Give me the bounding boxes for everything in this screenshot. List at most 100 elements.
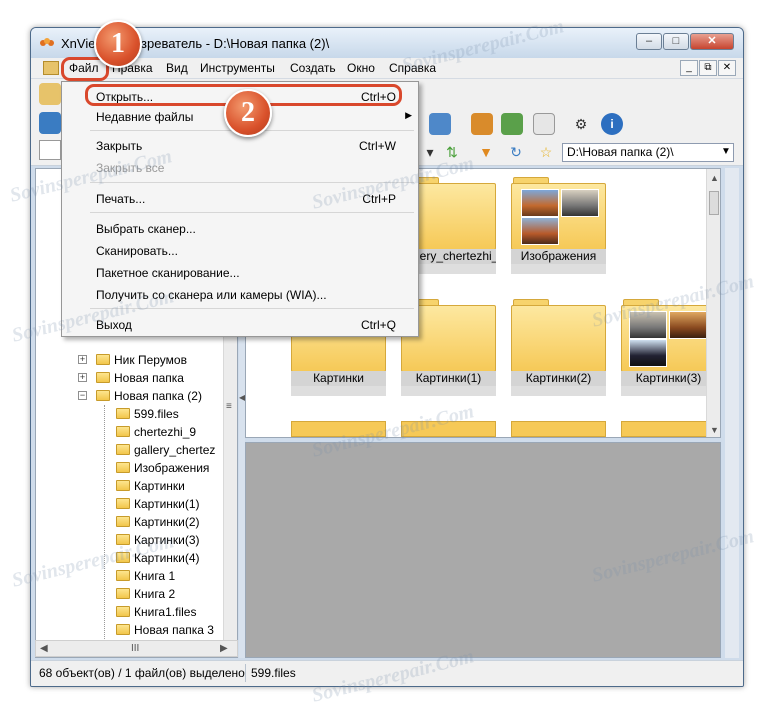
sort-arrow-icon[interactable]: ▾ — [423, 141, 437, 163]
thumbnail-label-extra — [511, 264, 606, 274]
tree-item-label: Книга1.files — [134, 605, 197, 619]
scroll-thumb[interactable] — [709, 191, 719, 215]
folder-icon — [116, 570, 130, 581]
thumbnail-label-extra — [621, 386, 716, 396]
address-combo[interactable]: D:\Новая папка (2)\ — [562, 143, 734, 162]
tree-item-label: Книга 2 — [134, 587, 176, 601]
tree-item[interactable]: Книга1.files — [36, 603, 222, 621]
tree-item[interactable]: + Новая папка — [36, 369, 222, 387]
scroll-right-arrow-icon[interactable]: ▶ — [220, 643, 228, 654]
tree-item-label: Новая папка (2) — [114, 389, 202, 403]
tree-item[interactable]: Картинки — [36, 477, 222, 495]
page-icon[interactable] — [533, 113, 555, 135]
tree-item-label: Изображения — [134, 461, 210, 475]
tree-item[interactable]: Книга 2 — [36, 585, 222, 603]
tree-item[interactable]: gallery_chertez — [36, 441, 222, 459]
folder-thumbnail-partial[interactable] — [511, 421, 606, 437]
folder-icon — [116, 498, 130, 509]
camera-icon[interactable] — [429, 113, 451, 135]
mdi-close-button[interactable]: ✕ — [718, 60, 736, 76]
tree-item[interactable]: + Ник Перумов — [36, 351, 222, 369]
tree-item[interactable]: Картинки(1) — [36, 495, 222, 513]
thumbnail-label-extra — [401, 386, 496, 396]
maximize-button[interactable]: □ — [663, 33, 689, 50]
folder-thumbnail-partial[interactable] — [621, 421, 716, 437]
menu-bar: Файл Правка Вид Инструменты Создать Окно… — [31, 58, 743, 79]
photo-preview — [561, 189, 599, 217]
folders-icon[interactable] — [39, 83, 61, 105]
menu-window[interactable]: Окно — [347, 61, 375, 75]
photo-preview — [669, 311, 707, 339]
menu-item-shortcut: Ctrl+Q — [360, 318, 396, 332]
settings-gear-icon[interactable]: ⚙ — [570, 113, 592, 135]
menu-item-shortcut: Ctrl+W — [359, 139, 396, 153]
mdi-minimize-button[interactable]: _ — [680, 60, 698, 76]
status-divider — [245, 664, 246, 682]
address-dropdown-arrow-icon[interactable]: ▼ — [721, 146, 731, 157]
scroll-left-arrow-icon[interactable]: ◀ — [40, 643, 48, 654]
tree-item[interactable]: chertezhi_9 — [36, 423, 222, 441]
thumbnail-label: Изображения — [511, 249, 606, 264]
thumbnail-label: Картинки(1) — [401, 371, 496, 386]
tree-item[interactable]: − Новая папка (2) — [36, 387, 222, 405]
tree-item[interactable]: 599.files — [36, 405, 222, 423]
thumbnail-label: Картинки(2) — [511, 371, 606, 386]
child-window-icon[interactable] — [43, 61, 59, 75]
menu-tools[interactable]: Инструменты — [200, 61, 275, 75]
menu-item-label: Сканировать... — [96, 244, 178, 258]
scroll-down-arrow-icon[interactable]: ▼ — [710, 425, 719, 435]
thumbnail-label-extra — [511, 386, 606, 396]
minimize-button[interactable]: – — [636, 33, 662, 50]
expand-plus-icon[interactable]: + — [78, 373, 87, 382]
xnview-app-icon — [40, 38, 54, 46]
expand-plus-icon[interactable]: + — [78, 355, 87, 364]
tree-item[interactable]: Новая папка 3 — [36, 621, 222, 639]
folder-icon — [116, 462, 130, 473]
scroll-grip-icon: ≡ — [226, 401, 232, 412]
menu-item-label: Печать... — [96, 192, 146, 206]
photo-preview — [629, 339, 667, 367]
address-text: D:\Новая папка (2)\ — [567, 145, 674, 159]
folder-icon — [116, 588, 130, 599]
menu-item-close[interactable]: Закрыть Ctrl+W — [66, 135, 414, 157]
menu-item-label: Выбрать сканер... — [96, 222, 196, 236]
collapse-minus-icon[interactable]: − — [78, 391, 87, 400]
hscroll-grip: III — [131, 643, 140, 654]
filter-icon[interactable]: ▼ — [475, 141, 497, 163]
menu-create[interactable]: Создать — [290, 61, 336, 75]
tree-item[interactable]: Картинки(2) — [36, 513, 222, 531]
folder-icon — [116, 408, 130, 419]
step-2-badge: 2 — [224, 89, 272, 137]
menu-item-label: Пакетное сканирование... — [96, 266, 240, 280]
folder-icon — [96, 372, 110, 383]
folder-thumbnail[interactable] — [511, 177, 606, 250]
tree-item[interactable]: Изображения — [36, 459, 222, 477]
folder-icon — [116, 426, 130, 437]
thumbnail-label: Картинки — [291, 371, 386, 386]
folder-icon — [116, 516, 130, 527]
info-icon[interactable]: i — [601, 113, 623, 135]
slideshow-icon[interactable] — [471, 113, 493, 135]
close-button[interactable]: ✕ — [690, 33, 734, 50]
menu-separator — [90, 212, 414, 213]
folder-icon — [116, 606, 130, 617]
menu-item-label: Недавние файлы — [96, 110, 194, 124]
path-combo-left[interactable] — [39, 140, 61, 160]
tree-item-label: Новая папка 3 — [134, 623, 214, 637]
menu-view[interactable]: Вид — [166, 61, 188, 75]
right-panel-strip — [725, 168, 739, 658]
scroll-up-arrow-icon[interactable]: ▲ — [710, 173, 719, 183]
tree-item-label: chertezhi_9 — [134, 425, 197, 439]
tree-horizontal-scrollbar[interactable]: ◀ III ▶ — [35, 640, 238, 657]
menu-item-scan[interactable]: Сканировать... — [66, 240, 414, 262]
view-icon[interactable] — [39, 112, 61, 134]
menu-item-batch-scan[interactable]: Пакетное сканирование... — [66, 262, 414, 284]
photo-preview — [521, 217, 559, 245]
favorites-star-icon[interactable]: ☆ — [535, 141, 557, 163]
reload-icon[interactable]: ↻ — [505, 141, 527, 163]
mdi-restore-button[interactable]: ⧉ — [699, 60, 717, 76]
web-icon[interactable] — [501, 113, 523, 135]
menu-item-select-scanner[interactable]: Выбрать сканер... — [66, 218, 414, 240]
tree-item-label: Новая папка — [114, 371, 184, 385]
step-1-badge: 1 — [94, 20, 142, 68]
